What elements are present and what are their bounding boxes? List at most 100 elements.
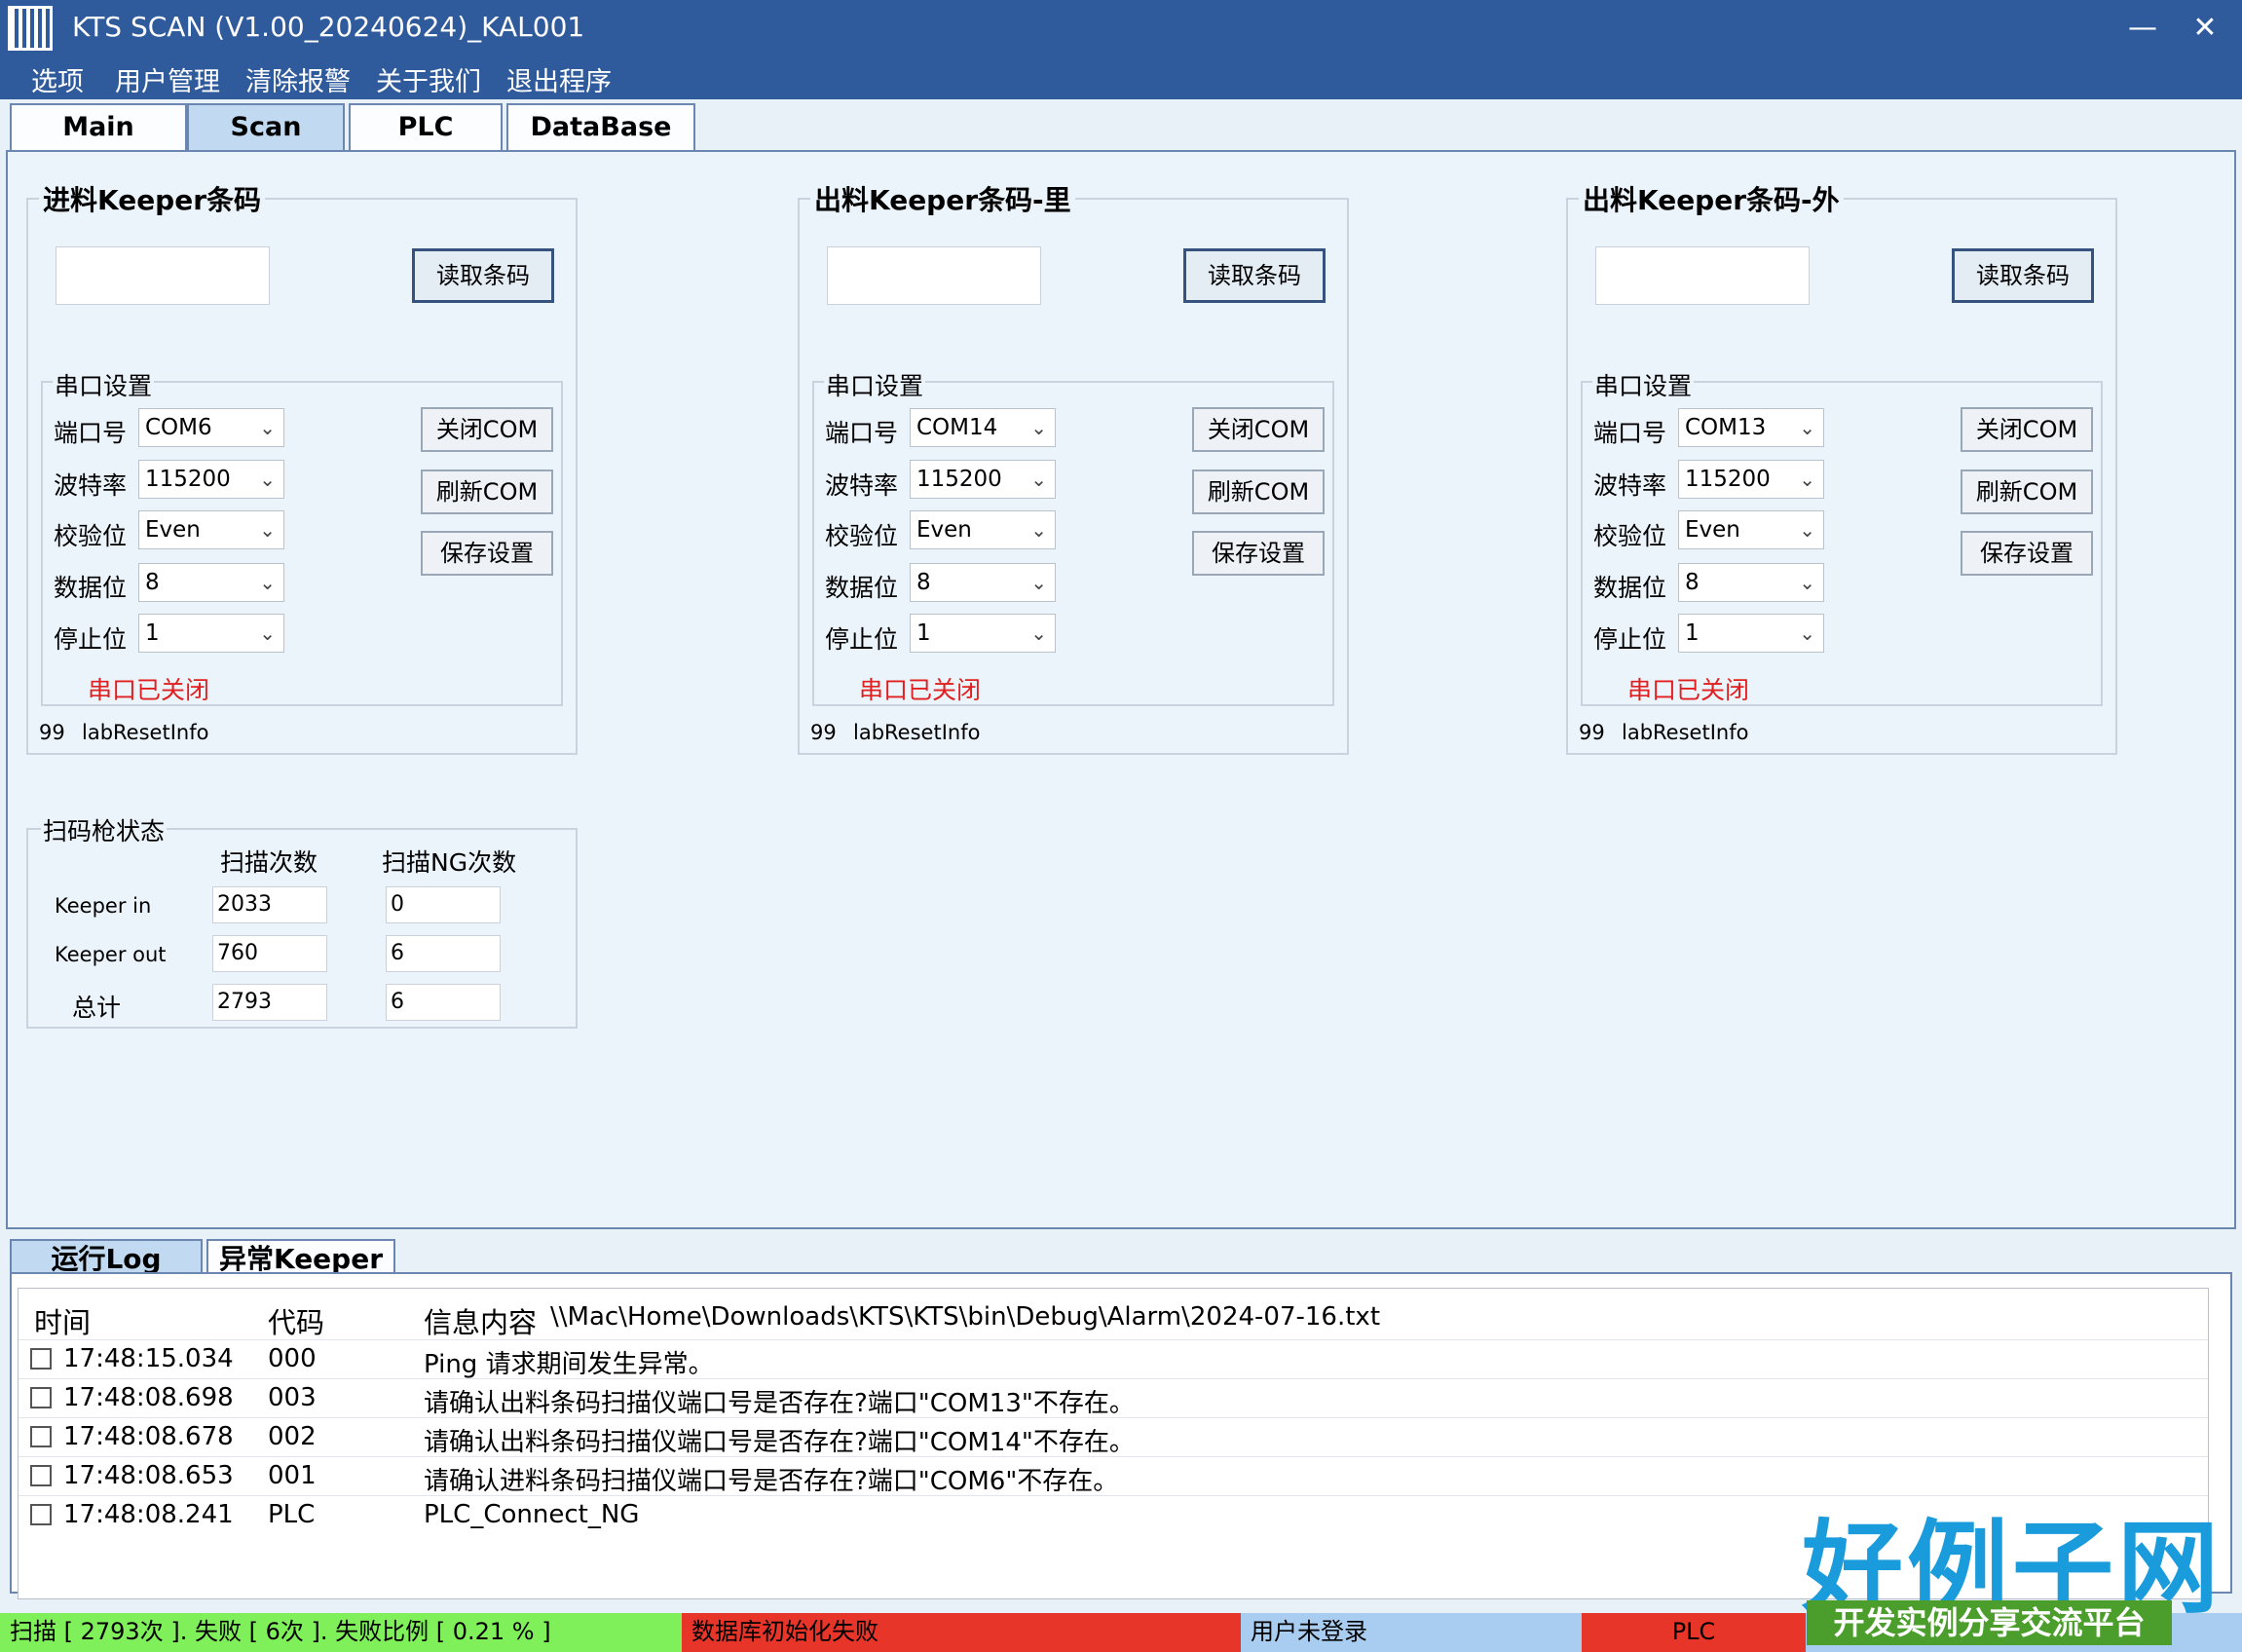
close-com-button[interactable]: 关闭COM — [1961, 407, 2093, 452]
baud-value: 115200 — [916, 467, 1002, 492]
table-row[interactable]: 17:48:08.698 003 请确认出料条码扫描仪端口号是否存在?端口"CO… — [19, 1378, 2208, 1418]
close-button[interactable]: ✕ — [2176, 6, 2234, 51]
menu-about[interactable]: 关于我们 — [376, 60, 481, 98]
col-header-info: 信息内容 — [424, 1306, 538, 1339]
databits-value: 8 — [1685, 570, 1700, 595]
reset-count: 99 — [39, 721, 65, 744]
databits-combo[interactable]: 8 ⌄ — [1678, 563, 1824, 602]
baud-combo[interactable]: 115200 ⌄ — [1678, 460, 1824, 499]
group-title: 进料Keeper条码 — [39, 179, 266, 218]
log-info: PLC_Connect_NG — [424, 1500, 640, 1529]
tab-scan[interactable]: Scan — [187, 103, 345, 152]
chevron-down-icon: ⌄ — [1799, 416, 1815, 439]
stopbits-combo[interactable]: 1 ⌄ — [1678, 614, 1824, 653]
chevron-down-icon: ⌄ — [259, 416, 276, 439]
serial-settings-title: 串口设置 — [53, 367, 155, 402]
read-barcode-button[interactable]: 读取条码 — [1183, 248, 1326, 303]
log-time: 17:48:08.653 — [63, 1461, 234, 1490]
baud-combo[interactable]: 115200 ⌄ — [138, 460, 284, 499]
port-label: 端口号 — [1593, 419, 1667, 447]
minimize-button[interactable]: — — [2113, 6, 2172, 51]
port-value: COM14 — [916, 415, 998, 440]
row-checkbox[interactable] — [30, 1465, 52, 1486]
keeper-out-ng-count: 6 — [386, 935, 501, 972]
table-row[interactable]: 17:48:15.034 000 Ping 请求期间发生异常。 — [19, 1339, 2208, 1379]
log-code: 000 — [268, 1344, 317, 1373]
stopbits-label: 停止位 — [54, 625, 128, 654]
row-checkbox[interactable] — [30, 1348, 52, 1370]
menu-exit[interactable]: 退出程序 — [506, 60, 612, 98]
read-barcode-button[interactable]: 读取条码 — [412, 248, 554, 303]
log-time: 17:48:08.678 — [63, 1422, 234, 1451]
stopbits-value: 1 — [1685, 620, 1700, 646]
port-combo[interactable]: COM14 ⌄ — [910, 408, 1056, 447]
parity-combo[interactable]: Even ⌄ — [910, 510, 1056, 549]
scan-count-header: 扫描次数 — [220, 848, 318, 877]
watermark-slogan: 开发实例分享交流平台 — [1807, 1600, 2172, 1645]
close-com-button[interactable]: 关闭COM — [1192, 407, 1325, 452]
menu-user-management[interactable]: 用户管理 — [115, 60, 220, 98]
table-row[interactable]: 17:48:08.678 002 请确认出料条码扫描仪端口号是否存在?端口"CO… — [19, 1417, 2208, 1457]
databits-combo[interactable]: 8 ⌄ — [138, 563, 284, 602]
barcode-app-icon — [8, 6, 53, 51]
chevron-down-icon: ⌄ — [1030, 518, 1047, 542]
parity-combo[interactable]: Even ⌄ — [138, 510, 284, 549]
save-settings-button[interactable]: 保存设置 — [1192, 531, 1325, 576]
parity-label: 校验位 — [54, 522, 128, 550]
port-value: COM13 — [1685, 415, 1767, 440]
tab-plc[interactable]: PLC — [349, 103, 503, 152]
row-label-keeper-out: Keeper out — [55, 943, 167, 966]
log-code: PLC — [268, 1500, 316, 1529]
barcode-textbox[interactable] — [827, 246, 1041, 305]
parity-value: Even — [1685, 517, 1740, 543]
serial-settings-title: 串口设置 — [1592, 367, 1695, 402]
log-time: 17:48:08.698 — [63, 1383, 234, 1412]
port-value: COM6 — [145, 415, 212, 440]
chevron-down-icon: ⌄ — [259, 621, 276, 645]
reset-count: 99 — [1579, 721, 1605, 744]
parity-combo[interactable]: Even ⌄ — [1678, 510, 1824, 549]
scanner-status-title: 扫码枪状态 — [41, 812, 168, 847]
row-checkbox[interactable] — [30, 1504, 52, 1525]
log-code: 001 — [268, 1461, 317, 1490]
save-settings-button[interactable]: 保存设置 — [421, 531, 553, 576]
row-checkbox[interactable] — [30, 1426, 52, 1447]
reset-info-label: labResetInfo — [82, 721, 209, 744]
databits-combo[interactable]: 8 ⌄ — [910, 563, 1056, 602]
save-settings-button[interactable]: 保存设置 — [1961, 531, 2093, 576]
tab-database[interactable]: DataBase — [506, 103, 695, 152]
row-checkbox[interactable] — [30, 1387, 52, 1408]
read-barcode-button[interactable]: 读取条码 — [1952, 248, 2094, 303]
reset-count: 99 — [810, 721, 837, 744]
port-combo[interactable]: COM13 ⌄ — [1678, 408, 1824, 447]
keeper-in-ng-count: 0 — [386, 886, 501, 923]
menu-bar: 选项 用户管理 清除报警 关于我们 退出程序 — [0, 56, 2242, 99]
barcode-textbox[interactable] — [1595, 246, 1810, 305]
title-bar: KTS SCAN (V1.00_20240624)_KAL001 — ✕ — [0, 0, 2242, 56]
stopbits-combo[interactable]: 1 ⌄ — [138, 614, 284, 653]
databits-label: 数据位 — [54, 574, 128, 602]
chevron-down-icon: ⌄ — [1799, 621, 1815, 645]
group-title: 出料Keeper条码-外 — [1579, 179, 1844, 218]
refresh-com-button[interactable]: 刷新COM — [421, 469, 553, 514]
menu-options[interactable]: 选项 — [31, 60, 84, 98]
col-header-code: 代码 — [268, 1306, 325, 1339]
barcode-textbox[interactable] — [56, 246, 270, 305]
stopbits-combo[interactable]: 1 ⌄ — [910, 614, 1056, 653]
chevron-down-icon: ⌄ — [259, 518, 276, 542]
reset-info-label: labResetInfo — [1622, 721, 1749, 744]
group-title: 出料Keeper条码-里 — [810, 179, 1075, 218]
menu-clear-alarm[interactable]: 清除报警 — [245, 60, 351, 98]
close-com-button[interactable]: 关闭COM — [421, 407, 553, 452]
refresh-com-button[interactable]: 刷新COM — [1192, 469, 1325, 514]
total-scan-count: 2793 — [212, 984, 327, 1021]
databits-label: 数据位 — [825, 574, 899, 602]
chevron-down-icon: ⌄ — [1799, 468, 1815, 491]
parity-label: 校验位 — [1593, 522, 1667, 550]
tab-main[interactable]: Main — [10, 103, 187, 152]
chevron-down-icon: ⌄ — [1030, 571, 1047, 594]
port-combo[interactable]: COM6 ⌄ — [138, 408, 284, 447]
chevron-down-icon: ⌄ — [259, 571, 276, 594]
refresh-com-button[interactable]: 刷新COM — [1961, 469, 2093, 514]
baud-combo[interactable]: 115200 ⌄ — [910, 460, 1056, 499]
